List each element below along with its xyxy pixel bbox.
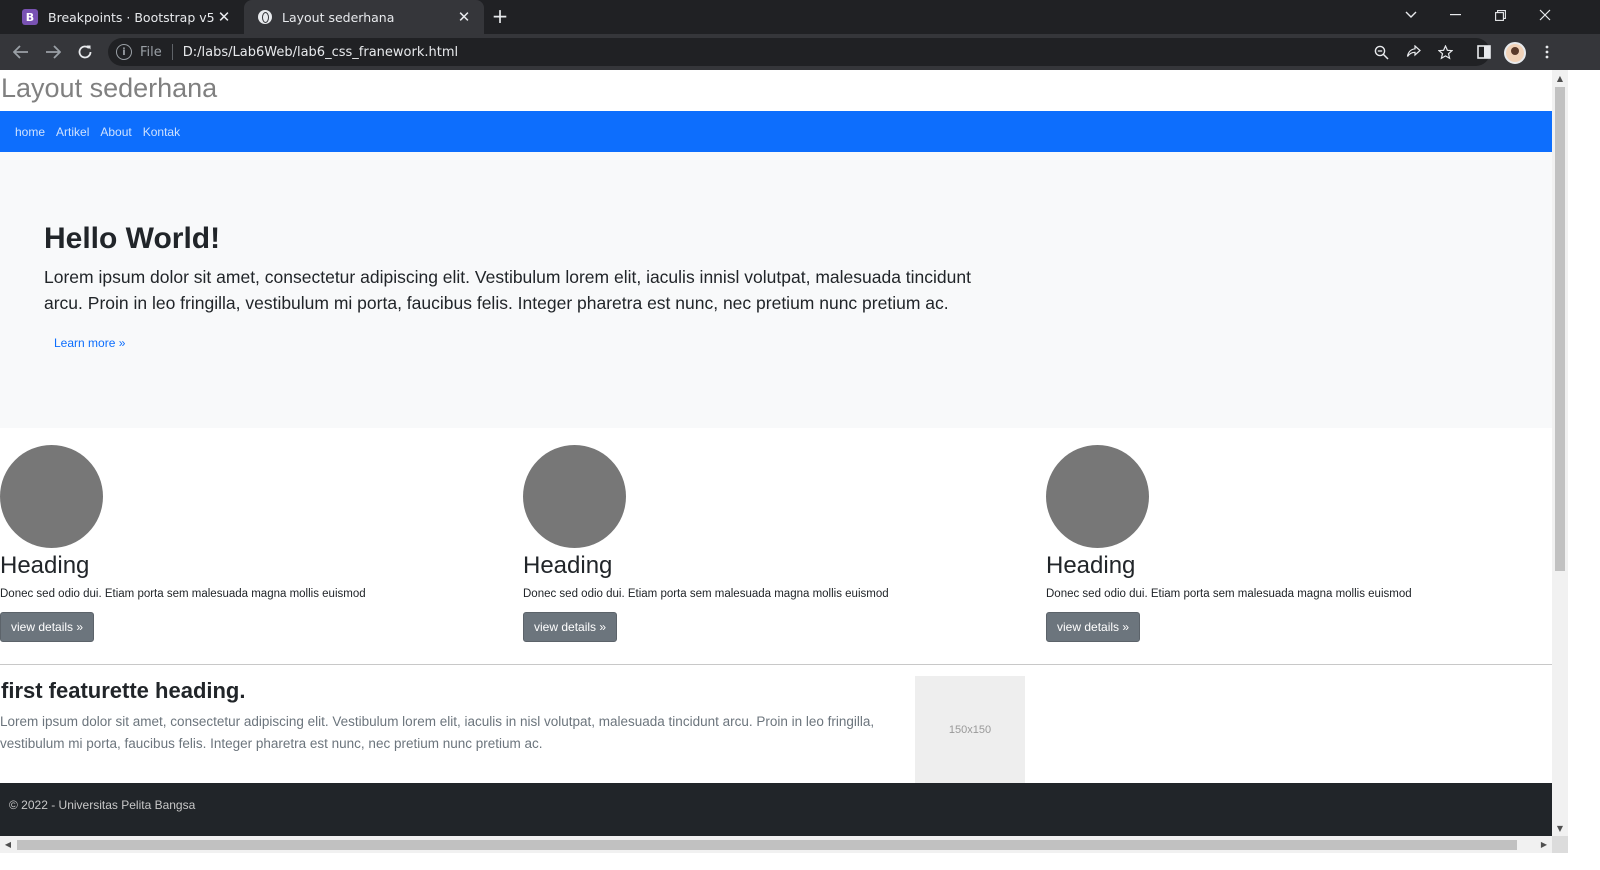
nav-link-about[interactable]: About [100,125,131,139]
circle-image [0,445,103,548]
nav-link-kontak[interactable]: Kontak [143,125,180,139]
view-details-button[interactable]: view details » [1046,612,1141,642]
bookmark-star-icon[interactable] [1436,43,1454,61]
scrollbar-thumb[interactable] [1555,87,1565,571]
window-edge [0,853,1600,870]
hero-section: Hello World! Lorem ipsum dolor sit amet,… [0,152,1552,428]
view-details-button[interactable]: view details » [0,612,95,642]
feature-column: Heading Donec sed odio dui. Etiam porta … [523,445,1023,642]
nav-link-home[interactable]: home [15,125,45,139]
window-edge [1568,70,1600,870]
column-heading: Heading [1046,552,1136,579]
scrollbar-thumb[interactable] [17,840,1517,850]
more-menu-icon[interactable] [1535,40,1559,64]
share-icon[interactable] [1404,43,1422,61]
globe-icon [258,10,272,24]
address-bar[interactable]: i File D:/labs/Lab6Web/lab6_css_franewor… [108,38,1490,66]
footer-text: © 2022 - Universitas Pelita Bangsa [9,798,196,812]
url-text[interactable]: D:/labs/Lab6Web/lab6_css_franework.html [183,45,458,60]
forward-button[interactable] [40,39,66,65]
side-panel-icon[interactable] [1472,40,1496,64]
featurette-heading: first featurette heading. [1,678,246,703]
scroll-down-icon[interactable]: ▼ [1552,820,1568,836]
scheme-label: File [140,44,162,60]
vertical-scrollbar[interactable]: ▲ ▼ [1552,70,1568,836]
site-title: Layout sederhana [1,73,218,103]
column-text: Donec sed odio dui. Etiam porta sem male… [523,588,889,600]
minimize-button[interactable] [1432,0,1478,30]
feature-column: Heading Donec sed odio dui. Etiam porta … [0,445,500,642]
bootstrap-icon: B [22,9,38,25]
hero-text: Lorem ipsum dolor sit amet, consectetur … [44,267,971,313]
learn-more-link[interactable]: Learn more » [54,336,125,350]
back-button[interactable] [8,39,34,65]
close-icon[interactable]: ✕ [214,7,234,27]
tab-search-icon[interactable] [1388,0,1434,30]
page-footer: © 2022 - Universitas Pelita Bangsa [0,783,1552,836]
profile-avatar[interactable] [1504,42,1526,64]
main-navbar: home Artikel About Kontak [0,111,1552,152]
zoom-icon[interactable] [1372,43,1390,61]
close-window-button[interactable] [1522,0,1568,30]
column-text: Donec sed odio dui. Etiam porta sem male… [1046,588,1412,600]
tab-breakpoints[interactable]: B Breakpoints · Bootstrap v5.1 ✕ [8,0,244,34]
tab-title: Layout sederhana [282,9,395,25]
column-heading: Heading [0,552,90,579]
tab-layout-sederhana[interactable]: Layout sederhana ✕ [244,0,484,34]
view-details-button[interactable]: view details » [523,612,618,642]
placeholder-image: 150x150 [915,676,1025,783]
divider [0,664,1552,665]
reload-button[interactable] [72,39,98,65]
restore-button[interactable] [1477,0,1523,30]
hero-heading: Hello World! [44,222,221,255]
featurette-text: Lorem ipsum dolor sit amet, consectetur … [0,714,875,751]
nav-link-artikel[interactable]: Artikel [56,125,89,139]
scroll-right-icon[interactable]: ▶ [1536,836,1552,853]
horizontal-scrollbar[interactable]: ◀ ▶ [0,836,1552,853]
circle-image [523,445,626,548]
close-icon[interactable]: ✕ [454,7,474,27]
column-heading: Heading [523,552,613,579]
browser-toolbar: i File D:/labs/Lab6Web/lab6_css_franewor… [0,34,1600,70]
scrollbar-corner [1552,836,1568,853]
info-icon[interactable]: i [116,44,132,60]
feature-column: Heading Donec sed odio dui. Etiam porta … [1046,445,1546,642]
divider [171,44,173,60]
scroll-left-icon[interactable]: ◀ [0,836,16,853]
circle-image [1046,445,1149,548]
tab-title: Breakpoints · Bootstrap v5.1 [48,9,214,25]
scroll-up-icon[interactable]: ▲ [1552,70,1568,86]
column-text: Donec sed odio dui. Etiam porta sem male… [0,588,366,600]
tab-strip: B Breakpoints · Bootstrap v5.1 ✕ Layout … [0,0,1600,34]
new-tab-button[interactable]: + [489,6,511,28]
page-viewport: Layout sederhana home Artikel About Kont… [0,70,1552,836]
